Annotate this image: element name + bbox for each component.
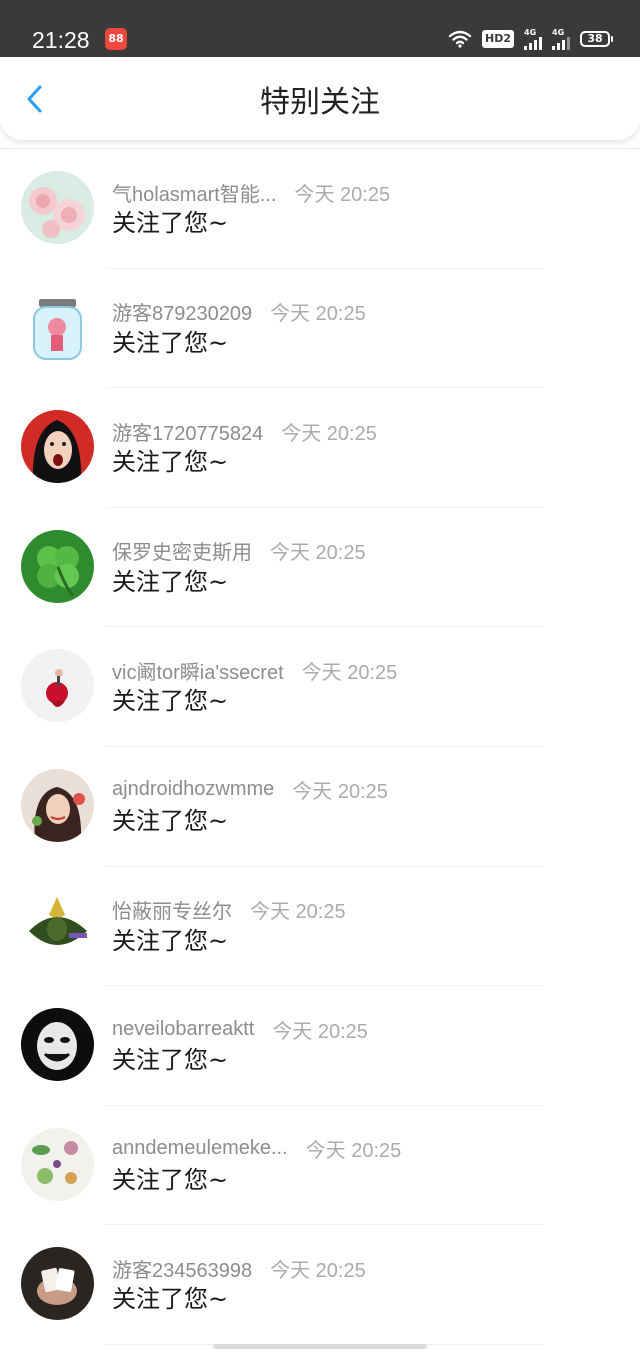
user-name[interactable]: 怡蔽丽专丝尔 <box>112 895 232 924</box>
notification-item[interactable]: 游客879230209 今天 20:25 关注了您~ <box>0 269 640 389</box>
timestamp: 今天 20:25 <box>270 542 366 565</box>
user-name[interactable]: 游客234563998 <box>112 1254 252 1283</box>
notification-meta: ajndroidhozwmme 今天 20:25 <box>112 775 388 805</box>
notification-meta: anndemeulemeke... 今天 20:25 <box>112 1134 401 1164</box>
notification-meta: 游客234563998 今天 20:25 <box>112 1253 366 1283</box>
botanical-avatar[interactable] <box>21 1127 94 1201</box>
timestamp: 今天 20:25 <box>294 183 391 206</box>
notification-message: 关注了您~ <box>112 1285 229 1314</box>
notification-meta: vic阚tor瞬ia'ssecret 今天 20:25 <box>112 655 397 685</box>
four-leaf-clover-avatar[interactable] <box>21 529 94 603</box>
notification-message: 关注了您~ <box>112 1046 229 1075</box>
screaming-woman-avatar[interactable] <box>21 410 94 484</box>
battery-icon: 38 <box>580 31 613 47</box>
hand-cards-avatar[interactable] <box>21 1247 94 1321</box>
app-notification-icon: 88 <box>105 28 127 50</box>
timestamp: 今天 20:25 <box>272 1020 368 1043</box>
notification-item[interactable]: vic阚tor瞬ia'ssecret 今天 20:25 关注了您~ <box>0 627 640 747</box>
notification-message: 关注了您~ <box>112 1165 229 1194</box>
page-title: 特别关注 <box>260 85 380 120</box>
notification-message: 关注了您~ <box>112 806 229 835</box>
status-icons: HD2 4G 4G 38 <box>448 28 613 50</box>
user-name[interactable]: 游客1720775824 <box>112 417 263 446</box>
user-name[interactable]: 游客879230209 <box>112 297 252 326</box>
wifi-icon <box>448 30 472 48</box>
woman-portrait-avatar[interactable] <box>21 768 94 842</box>
pink-roses-avatar[interactable] <box>21 171 94 244</box>
timestamp: 今天 20:25 <box>292 781 388 804</box>
dark-mask-avatar[interactable] <box>21 1008 94 1082</box>
notification-item[interactable]: ajndroidhozwmme 今天 20:25 关注了您~ <box>0 747 640 867</box>
status-time: 21:28 <box>32 27 90 53</box>
notification-message: 关注了您~ <box>112 209 229 237</box>
notification-meta: 怡蔽丽专丝尔 今天 20:25 <box>112 895 346 925</box>
network-type-label: 4G <box>524 28 537 37</box>
navigation-header: 特别关注 <box>0 57 640 140</box>
notification-item[interactable]: 保罗史密吏斯用 今天 20:25 关注了您~ <box>0 508 640 628</box>
notification-meta: 游客879230209 今天 20:25 <box>112 297 366 327</box>
hd-voice-badge: HD2 <box>482 30 514 48</box>
notification-item[interactable]: 怡蔽丽专丝尔 今天 20:25 关注了您~ <box>0 867 640 987</box>
notification-message: 关注了您~ <box>112 926 229 955</box>
timestamp: 今天 20:25 <box>305 1140 402 1163</box>
user-name[interactable]: anndemeulemeke... <box>112 1137 288 1160</box>
notification-meta: 气holasmart智能... 今天 20:25 <box>112 177 390 207</box>
girl-in-jar-avatar[interactable] <box>21 290 94 364</box>
user-name[interactable]: 保罗史密吏斯用 <box>112 536 252 565</box>
notification-meta: 游客1720775824 今天 20:25 <box>112 416 377 446</box>
notification-list: 气holasmart智能... 今天 20:25 关注了您~ 游客8792302… <box>0 149 640 1345</box>
status-bar: 21:28 88 HD2 4G 4G 38 <box>0 0 640 57</box>
timestamp: 今天 20:25 <box>250 901 346 924</box>
timestamp: 今天 20:25 <box>281 422 377 445</box>
notification-item[interactable]: 游客1720775824 今天 20:25 关注了您~ <box>0 388 640 508</box>
notification-message: 关注了您~ <box>112 448 229 477</box>
timestamp: 今天 20:25 <box>301 661 398 684</box>
notification-item[interactable]: anndemeulemeke... 今天 20:25 关注了您~ <box>0 1106 640 1226</box>
notification-item[interactable]: 游客234563998 今天 20:25 关注了您~ <box>0 1225 640 1345</box>
user-name[interactable]: neveilobarreaktt <box>112 1018 254 1041</box>
timestamp: 今天 20:25 <box>270 1259 366 1282</box>
network-type-label: 4G <box>552 28 565 37</box>
masked-warrior-avatar[interactable] <box>21 888 94 962</box>
signal-icon: 4G <box>524 28 542 50</box>
user-name[interactable]: 气holasmart智能... <box>112 178 276 207</box>
user-name[interactable]: ajndroidhozwmme <box>112 778 274 801</box>
notification-message: 关注了您~ <box>112 328 229 357</box>
timestamp: 今天 20:25 <box>270 303 366 326</box>
notification-meta: 保罗史密吏斯用 今天 20:25 <box>112 536 366 566</box>
notification-item[interactable]: neveilobarreaktt 今天 20:25 关注了您~ <box>0 986 640 1106</box>
user-name[interactable]: vic阚tor瞬ia'ssecret <box>112 656 284 685</box>
notification-message: 关注了您~ <box>112 567 229 596</box>
notification-message: 关注了您~ <box>112 687 229 716</box>
home-indicator[interactable] <box>213 1344 427 1349</box>
notification-item[interactable]: 气holasmart智能... 今天 20:25 关注了您~ <box>0 149 640 269</box>
notification-meta: neveilobarreaktt 今天 20:25 <box>112 1014 368 1044</box>
signal-icon: 4G <box>552 28 570 50</box>
red-rose-avatar[interactable] <box>21 649 94 723</box>
